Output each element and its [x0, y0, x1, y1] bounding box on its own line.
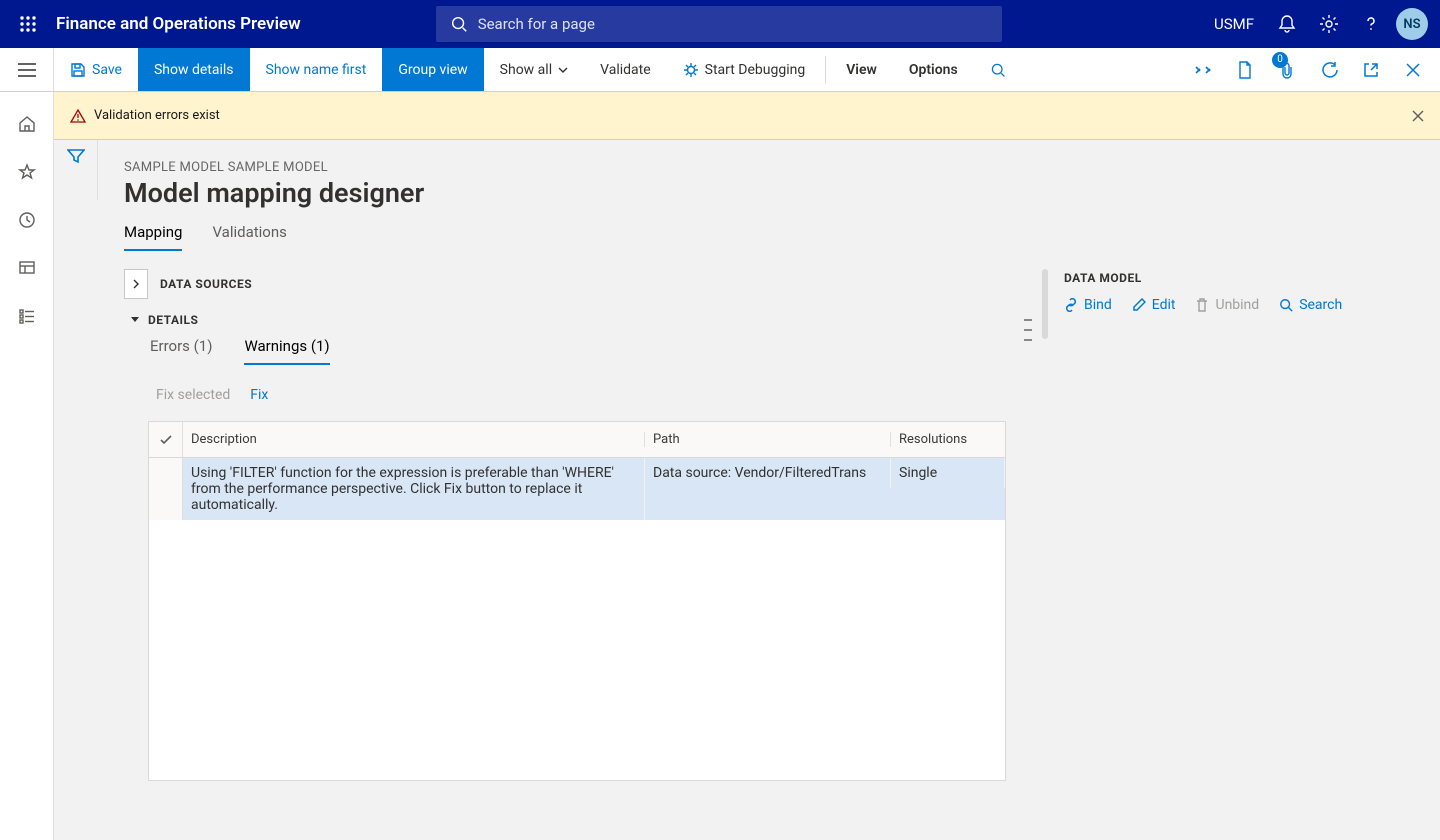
- command-bar: Save Show details Show name first Group …: [0, 48, 1440, 92]
- banner-message: Validation errors exist: [94, 108, 220, 123]
- top-app-bar: Finance and Operations Preview USMF NS: [0, 0, 1440, 48]
- grid-header: Description Path Resolutions: [149, 422, 1005, 458]
- scroll-indicator-left: [1042, 269, 1048, 339]
- fix-button[interactable]: Fix: [250, 387, 268, 403]
- fix-selected-button: Fix selected: [156, 387, 230, 403]
- settings-gear-icon[interactable]: [1308, 0, 1350, 48]
- row-description: Using 'FILTER' function for the expressi…: [183, 458, 645, 520]
- refresh-icon[interactable]: [1308, 48, 1350, 92]
- data-model-heading: DATA MODEL: [1064, 271, 1440, 285]
- close-icon[interactable]: [1392, 48, 1434, 92]
- edit-label: Edit: [1152, 297, 1176, 313]
- show-details-button[interactable]: Show details: [138, 48, 250, 91]
- chevron-right-icon: [132, 279, 140, 289]
- filter-panel-toggle[interactable]: [54, 140, 98, 200]
- chevron-down-icon: [558, 67, 568, 73]
- col-resolutions[interactable]: Resolutions: [891, 432, 1005, 447]
- subtab-errors[interactable]: Errors (1): [150, 337, 212, 365]
- view-menu[interactable]: View: [830, 48, 893, 91]
- start-debugging-button[interactable]: Start Debugging: [667, 48, 822, 91]
- toolbar-search-icon[interactable]: [974, 48, 1022, 91]
- edit-icon: [1132, 298, 1146, 312]
- validate-button[interactable]: Validate: [584, 48, 667, 91]
- breadcrumb: SAMPLE MODEL SAMPLE MODEL: [124, 160, 1440, 175]
- save-icon: [70, 62, 86, 78]
- edit-button[interactable]: Edit: [1132, 297, 1176, 313]
- tab-mapping[interactable]: Mapping: [124, 223, 182, 251]
- table-row[interactable]: Using 'FILTER' function for the expressi…: [149, 458, 1005, 520]
- notifications-icon[interactable]: [1266, 0, 1308, 48]
- details-heading: DETAILS: [148, 313, 198, 327]
- search-icon: [1279, 298, 1293, 312]
- save-button[interactable]: Save: [54, 48, 138, 91]
- popout-icon[interactable]: [1350, 48, 1392, 92]
- row-checkbox[interactable]: [149, 458, 183, 520]
- bind-label: Bind: [1084, 297, 1112, 313]
- app-title: Finance and Operations Preview: [56, 14, 301, 34]
- left-nav-rail: [0, 92, 54, 840]
- data-sources-heading: DATA SOURCES: [160, 277, 252, 291]
- details-heading-row[interactable]: DETAILS: [130, 313, 1030, 327]
- unbind-button: Unbind: [1195, 297, 1259, 313]
- help-icon[interactable]: [1350, 0, 1392, 48]
- col-path[interactable]: Path: [645, 432, 891, 447]
- warnings-grid: Description Path Resolutions Using 'FILT…: [148, 421, 1006, 781]
- show-all-dropdown[interactable]: Show all: [484, 48, 584, 91]
- dm-search-label: Search: [1299, 297, 1342, 313]
- col-description[interactable]: Description: [183, 432, 645, 447]
- search-input[interactable]: [468, 15, 1002, 33]
- app-launcher-icon[interactable]: [8, 0, 48, 48]
- attachment-badge: 0: [1272, 52, 1288, 68]
- rail-favorites-icon[interactable]: [0, 148, 54, 196]
- unbind-label: Unbind: [1215, 297, 1259, 313]
- trash-icon: [1195, 298, 1209, 312]
- search-icon: [450, 15, 468, 33]
- group-view-button[interactable]: Group view: [382, 48, 483, 91]
- warning-icon: [70, 108, 86, 124]
- attachments-icon[interactable]: 0: [1266, 48, 1308, 92]
- splitter-handle[interactable]: [1024, 319, 1032, 341]
- row-resolutions: Single: [891, 458, 1005, 488]
- start-debugging-label: Start Debugging: [705, 62, 806, 78]
- tab-validations[interactable]: Validations: [212, 223, 286, 251]
- chevron-down-icon: [130, 316, 140, 324]
- main-content: SAMPLE MODEL SAMPLE MODEL Model mapping …: [54, 140, 1440, 840]
- page-tabs: Mapping Validations: [124, 223, 1440, 251]
- rail-home-icon[interactable]: [0, 100, 54, 148]
- filter-icon: [67, 148, 85, 164]
- link-icon: [1064, 298, 1078, 312]
- company-code[interactable]: USMF: [1214, 15, 1254, 33]
- document-icon[interactable]: [1224, 48, 1266, 92]
- rail-modules-icon[interactable]: [0, 292, 54, 340]
- options-menu[interactable]: Options: [893, 48, 974, 91]
- global-search[interactable]: [436, 6, 1002, 42]
- subtab-warnings[interactable]: Warnings (1): [244, 337, 329, 365]
- check-icon: [159, 433, 173, 447]
- banner-close-icon[interactable]: [1412, 110, 1424, 122]
- details-subtabs: Errors (1) Warnings (1): [150, 337, 1030, 365]
- page-title: Model mapping designer: [124, 177, 1440, 209]
- row-path: Data source: Vendor/FilteredTrans: [645, 458, 891, 488]
- select-all-checkbox[interactable]: [149, 422, 183, 457]
- save-label: Save: [92, 62, 122, 78]
- avatar[interactable]: NS: [1396, 8, 1428, 40]
- dm-search-button[interactable]: Search: [1279, 297, 1342, 313]
- debug-icon: [683, 62, 699, 78]
- rail-recent-icon[interactable]: [0, 196, 54, 244]
- rail-workspaces-icon[interactable]: [0, 244, 54, 292]
- show-all-label: Show all: [500, 62, 552, 78]
- connector-icon[interactable]: [1182, 48, 1224, 92]
- bind-button[interactable]: Bind: [1064, 297, 1112, 313]
- expand-data-sources[interactable]: [124, 269, 148, 299]
- nav-hamburger-icon[interactable]: [0, 48, 54, 91]
- show-name-first-button[interactable]: Show name first: [250, 48, 383, 91]
- validation-banner: Validation errors exist: [54, 92, 1440, 140]
